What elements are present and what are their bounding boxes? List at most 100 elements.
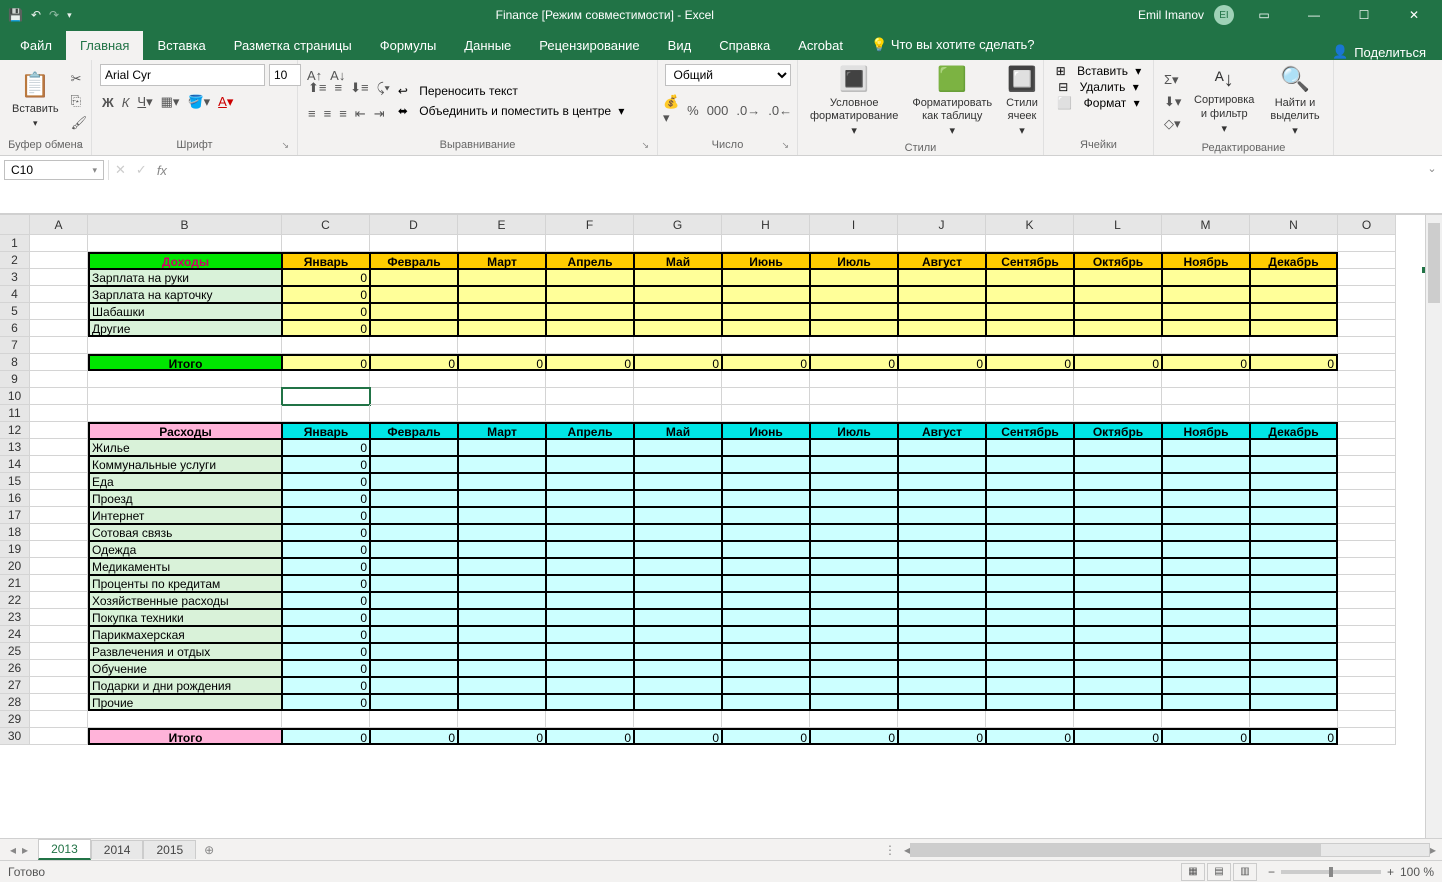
cell[interactable]	[986, 303, 1074, 320]
cell[interactable]	[1162, 558, 1250, 575]
zoom-level[interactable]: 100 %	[1400, 865, 1434, 879]
cell[interactable]	[1338, 524, 1396, 541]
income-row-label[interactable]: Шабашки	[88, 303, 282, 320]
cell[interactable]	[1338, 388, 1396, 405]
cell[interactable]: 0	[1162, 728, 1250, 745]
cell[interactable]	[1338, 439, 1396, 456]
cell[interactable]: 0	[282, 286, 370, 303]
cell[interactable]	[634, 677, 722, 694]
close-icon[interactable]: ✕	[1394, 0, 1434, 30]
cell[interactable]	[898, 575, 986, 592]
cell[interactable]	[546, 592, 634, 609]
spreadsheet-grid[interactable]: ABCDEFGHIJKLMNO12ДоходыЯнварьФевральМарт…	[0, 214, 1442, 838]
font-size-input[interactable]	[269, 64, 301, 86]
cell[interactable]	[634, 609, 722, 626]
cell[interactable]	[1162, 660, 1250, 677]
cell[interactable]	[458, 507, 546, 524]
expense-row-label[interactable]: Проценты по кредитам	[88, 575, 282, 592]
share-button[interactable]: 👤Поделиться	[1322, 44, 1436, 60]
insert-cells-button[interactable]: ⊞ Вставить ▾	[1056, 64, 1142, 78]
month-header[interactable]: Июль	[810, 422, 898, 439]
align-bottom-icon[interactable]: ⬇≡	[348, 78, 370, 98]
cell[interactable]	[1162, 235, 1250, 252]
cell[interactable]	[1250, 541, 1338, 558]
cell[interactable]	[30, 405, 88, 422]
cell[interactable]: 0	[722, 728, 810, 745]
cell[interactable]	[370, 660, 458, 677]
cell[interactable]	[546, 405, 634, 422]
cell[interactable]	[30, 694, 88, 711]
cell[interactable]	[546, 694, 634, 711]
cell[interactable]	[986, 558, 1074, 575]
cell[interactable]	[1162, 490, 1250, 507]
cell[interactable]	[546, 371, 634, 388]
month-header[interactable]: Март	[458, 422, 546, 439]
cell[interactable]	[30, 337, 88, 354]
cell[interactable]	[1250, 660, 1338, 677]
cell[interactable]	[986, 269, 1074, 286]
cell[interactable]	[1074, 456, 1162, 473]
cell[interactable]	[370, 694, 458, 711]
cell[interactable]	[722, 439, 810, 456]
copy-icon[interactable]: ⎘	[69, 91, 90, 111]
cell[interactable]	[722, 405, 810, 422]
cell[interactable]	[282, 711, 370, 728]
row-header-8[interactable]: 8	[0, 354, 30, 371]
format-painter-icon[interactable]: 🖌	[69, 113, 90, 133]
cell[interactable]	[370, 575, 458, 592]
month-header[interactable]: Ноябрь	[1162, 422, 1250, 439]
cell[interactable]	[898, 303, 986, 320]
row-header-6[interactable]: 6	[0, 320, 30, 337]
cell[interactable]: 0	[282, 728, 370, 745]
cell[interactable]	[546, 660, 634, 677]
tab-acrobat[interactable]: Acrobat	[784, 31, 857, 60]
select-all[interactable]	[0, 215, 30, 235]
cell[interactable]	[1162, 371, 1250, 388]
col-header-M[interactable]: M	[1162, 215, 1250, 235]
cell[interactable]	[1074, 643, 1162, 660]
cell[interactable]: 0	[282, 609, 370, 626]
row-header-22[interactable]: 22	[0, 592, 30, 609]
row-header-17[interactable]: 17	[0, 507, 30, 524]
increase-decimal-icon[interactable]: .0→	[734, 101, 762, 120]
row-header-18[interactable]: 18	[0, 524, 30, 541]
col-header-H[interactable]: H	[722, 215, 810, 235]
month-header[interactable]: Февраль	[370, 252, 458, 269]
zoom-in-icon[interactable]: +	[1387, 865, 1394, 879]
cell[interactable]	[634, 694, 722, 711]
cell[interactable]: 0	[370, 354, 458, 371]
cell[interactable]	[370, 337, 458, 354]
cell[interactable]	[1162, 405, 1250, 422]
cell[interactable]	[810, 456, 898, 473]
row-header-2[interactable]: 2	[0, 252, 30, 269]
cell[interactable]	[810, 626, 898, 643]
cell[interactable]	[810, 711, 898, 728]
cell[interactable]	[30, 371, 88, 388]
cell[interactable]	[458, 558, 546, 575]
cell[interactable]	[898, 694, 986, 711]
cell[interactable]	[30, 541, 88, 558]
income-row-label[interactable]: Другие	[88, 320, 282, 337]
col-header-L[interactable]: L	[1074, 215, 1162, 235]
cell[interactable]	[1338, 592, 1396, 609]
cell[interactable]	[458, 439, 546, 456]
expense-row-label[interactable]: Обучение	[88, 660, 282, 677]
view-page-layout-icon[interactable]: ▤	[1207, 863, 1231, 881]
month-header[interactable]: Декабрь	[1250, 422, 1338, 439]
month-header[interactable]: Июнь	[722, 422, 810, 439]
cell[interactable]	[458, 286, 546, 303]
cell[interactable]	[898, 371, 986, 388]
cell[interactable]	[634, 456, 722, 473]
cell[interactable]	[722, 269, 810, 286]
sort-filter-button[interactable]: ᴬ↓Сортировка и фильтр▾	[1189, 66, 1259, 138]
cell[interactable]	[810, 490, 898, 507]
cell[interactable]	[546, 320, 634, 337]
cell[interactable]	[30, 388, 88, 405]
cell[interactable]	[1074, 609, 1162, 626]
cell[interactable]	[1250, 643, 1338, 660]
cell[interactable]	[1250, 456, 1338, 473]
cell[interactable]	[634, 388, 722, 405]
cell[interactable]	[898, 609, 986, 626]
undo-icon[interactable]: ↶	[31, 8, 41, 22]
name-box[interactable]: C10▾	[4, 160, 104, 180]
